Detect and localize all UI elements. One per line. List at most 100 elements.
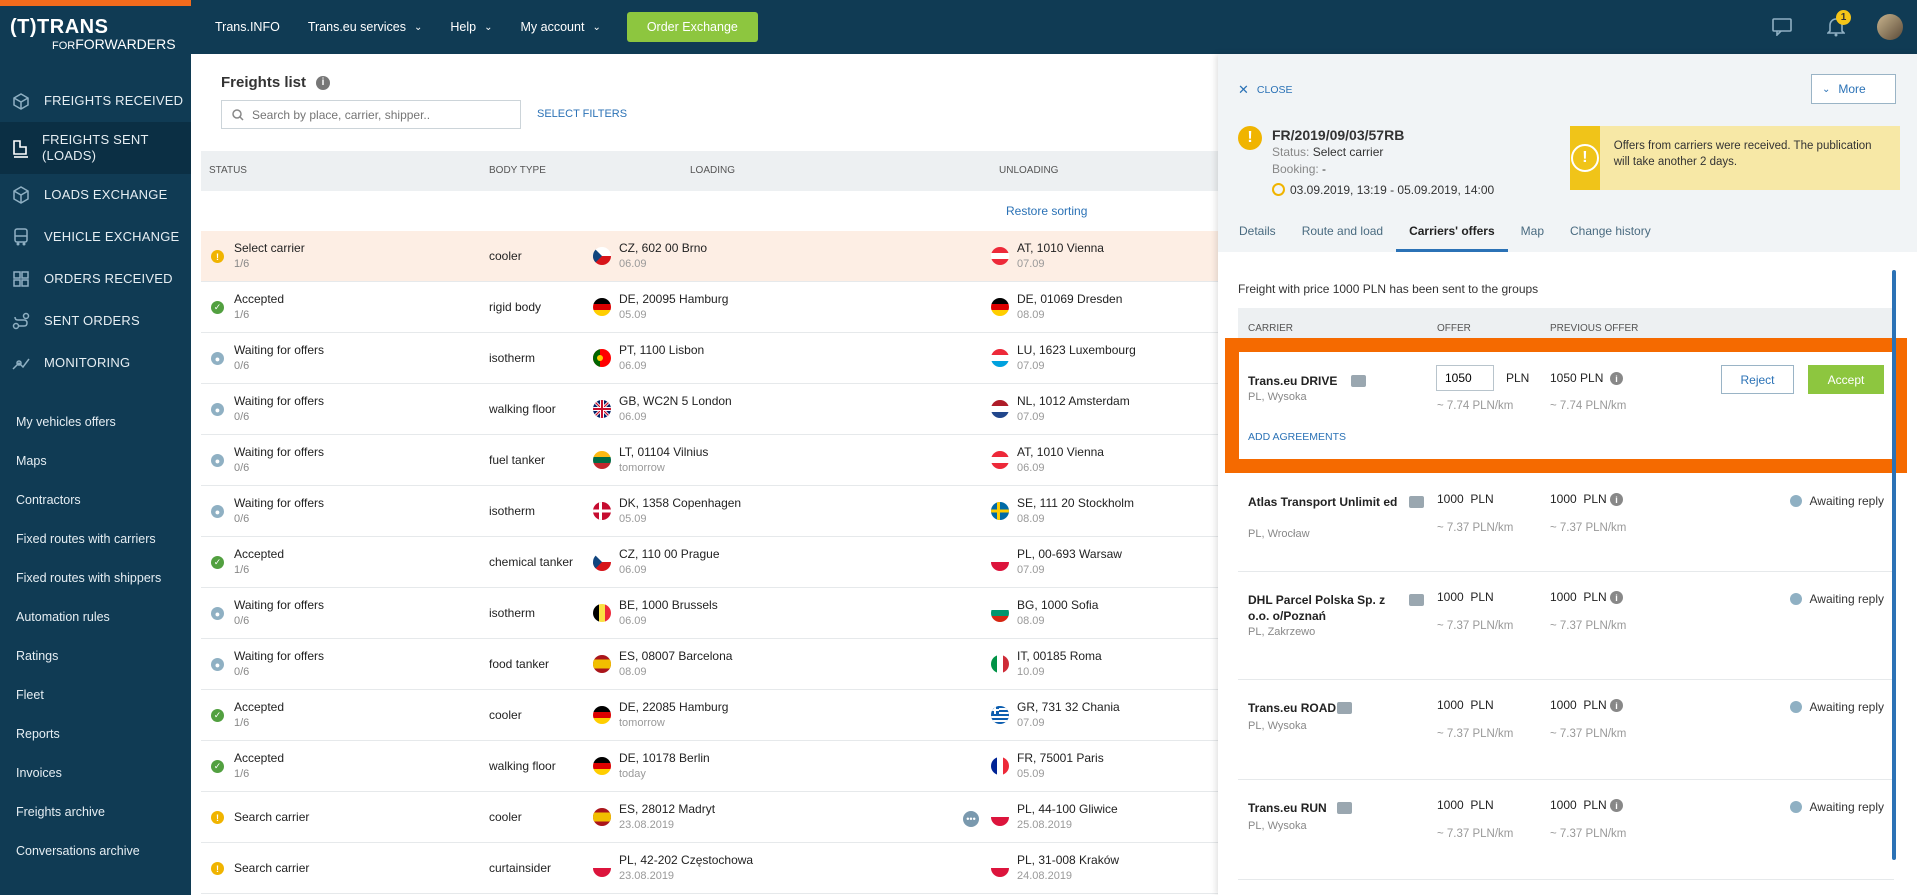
carrier-name[interactable]: Trans.eu RUN	[1248, 800, 1408, 816]
nav-help[interactable]: Help ⌄	[436, 20, 506, 34]
close-button[interactable]: ✕ CLOSE	[1238, 82, 1293, 98]
reject-button[interactable]: Reject	[1721, 365, 1794, 394]
table-row[interactable]: ✓ Accepted 1/6 walking floor DE, 10178 Berli…	[201, 741, 1218, 792]
clock-icon: ●	[211, 658, 224, 671]
tab-change-history[interactable]: Change history	[1557, 218, 1664, 252]
sidebar-item-loads-exchange[interactable]: LOADS EXCHANGE	[0, 174, 191, 216]
tab-route-and-load[interactable]: Route and load	[1289, 218, 1396, 252]
carrier-name[interactable]: Trans.eu ROAD	[1248, 700, 1408, 716]
row-loading-place: DE, 22085 Hamburg	[619, 700, 729, 714]
table-row[interactable]: ! Search carrier cooler ES, 28012 Madryt 23.…	[201, 792, 1218, 843]
freights-list-area: Freights listi SELECT FILTERS STATUS BOD…	[191, 54, 1218, 895]
flag-lt-icon	[593, 451, 611, 469]
table-row[interactable]: ! Search carrier curtainsider PL, 42-202 Cz…	[201, 843, 1218, 894]
info-icon[interactable]: i	[1610, 799, 1623, 812]
sidebar-link-fixed-routes-with-carriers[interactable]: Fixed routes with carriers	[0, 519, 191, 558]
nav-trans-services[interactable]: Trans.eu services ⌄	[294, 20, 437, 34]
offer-row: Atlas Transport Unlimit ed PL, Wrocław 100…	[1238, 474, 1894, 572]
message-icon[interactable]	[1337, 802, 1352, 814]
table-row[interactable]: ✓ Accepted 1/6 cooler DE, 22085 Hamburg tomor…	[201, 690, 1218, 741]
message-icon[interactable]	[1337, 702, 1352, 714]
info-icon[interactable]: i	[316, 75, 331, 90]
previous-per-km: ~ 7.37 PLN/km	[1550, 620, 1627, 632]
sidebar-item-sent-orders[interactable]: SENT ORDERS	[0, 300, 191, 342]
message-icon[interactable]	[1409, 496, 1424, 508]
search-input[interactable]	[252, 107, 502, 122]
logo[interactable]: (T)TRANS FORFORWARDERS	[0, 6, 191, 54]
tab-map[interactable]: Map	[1508, 218, 1557, 252]
offer-currency: PLN	[1506, 371, 1530, 385]
info-icon[interactable]: i	[1610, 493, 1623, 506]
sidebar-link-maps[interactable]: Maps	[0, 441, 191, 480]
carrier-name[interactable]: DHL Parcel Polska Sp. z o.o. o/Poznań	[1248, 592, 1408, 624]
sidebar-link-freights-archive[interactable]: Freights archive	[0, 792, 191, 831]
tab-carriers-offers[interactable]: Carriers' offers	[1396, 218, 1508, 252]
row-body-type: walking floor	[489, 402, 556, 416]
nav-my-account[interactable]: My account ⌄	[507, 20, 615, 34]
tab-details[interactable]: Details	[1226, 218, 1289, 252]
nav-trans-info[interactable]: Trans.INFO	[201, 20, 294, 34]
sidebar-link-my-vehicles-offers[interactable]: My vehicles offers	[0, 402, 191, 441]
flag-be-icon	[593, 604, 611, 622]
sidebar-link-fleet[interactable]: Fleet	[0, 675, 191, 714]
sidebar-link-contractors[interactable]: Contractors	[0, 480, 191, 519]
table-row[interactable]: ● Waiting for offers 0/6 isotherm BE, 1000 B…	[201, 588, 1218, 639]
sidebar-link-ratings[interactable]: Ratings	[0, 636, 191, 675]
flag-es-icon	[593, 655, 611, 673]
sidebar-item-freights-received[interactable]: FREIGHTS RECEIVED	[0, 80, 191, 122]
sidebar-link-conversations-archive[interactable]: Conversations archive	[0, 831, 191, 870]
more-dots-icon[interactable]: •••	[963, 811, 979, 827]
carrier-name[interactable]: Atlas Transport Unlimit ed	[1248, 494, 1408, 510]
sidebar-link-fixed-routes-with-shippers[interactable]: Fixed routes with shippers	[0, 558, 191, 597]
message-icon[interactable]	[1409, 594, 1424, 606]
sidebar-item-orders-received[interactable]: ORDERS RECEIVED	[0, 258, 191, 300]
row-body-type: food tanker	[489, 657, 550, 671]
message-icon[interactable]	[1351, 375, 1366, 387]
table-row[interactable]: ✓ Accepted 1/6 chemical tanker CZ, 110 00 Pr…	[201, 537, 1218, 588]
header-status[interactable]: STATUS	[209, 165, 247, 176]
sidebar-link-invoices[interactable]: Invoices	[0, 753, 191, 792]
table-row[interactable]: ● Waiting for offers 0/6 food tanker ES, 080…	[201, 639, 1218, 690]
row-body-type: chemical tanker	[489, 555, 574, 569]
info-icon[interactable]: i	[1610, 372, 1623, 385]
table-row[interactable]: ● Waiting for offers 0/6 walking floor GB, W…	[201, 384, 1218, 435]
row-loading-place: PL, 42-202 Częstochowa	[619, 853, 754, 867]
row-loading-date: 08.09	[619, 666, 647, 678]
row-body-type: cooler	[489, 249, 522, 263]
panel-scrollbar[interactable]	[1892, 270, 1896, 860]
sidebar-link-automation-rules[interactable]: Automation rules	[0, 597, 191, 636]
search-box[interactable]	[221, 100, 521, 129]
select-filters-link[interactable]: SELECT FILTERS	[537, 108, 627, 120]
row-unloading-place: IT, 00185 Roma	[1017, 649, 1102, 663]
user-avatar[interactable]	[1863, 0, 1917, 54]
table-row[interactable]: ● Waiting for offers 0/6 isotherm DK, 1358 C…	[201, 486, 1218, 537]
sidebar-link-reports[interactable]: Reports	[0, 714, 191, 753]
sidebar-item-vehicle-exchange[interactable]: VEHICLE EXCHANGE	[0, 216, 191, 258]
flag-pl-icon	[991, 808, 1009, 826]
info-icon[interactable]: i	[1610, 699, 1623, 712]
header-unloading[interactable]: UNLOADING	[999, 165, 1058, 176]
info-icon[interactable]: i	[1610, 591, 1623, 604]
carrier-name[interactable]: Trans.eu DRIVE	[1248, 373, 1408, 389]
order-exchange-button[interactable]: Order Exchange	[626, 12, 758, 42]
route-icon	[10, 310, 32, 332]
table-row[interactable]: ! Select carrier 1/6 cooler CZ, 602 00 Brno 0…	[201, 231, 1218, 282]
table-row[interactable]: ● Waiting for offers 0/6 fuel tanker LT, 011…	[201, 435, 1218, 486]
notifications-icon[interactable]: 1	[1809, 0, 1863, 54]
add-agreements-link[interactable]: ADD AGREEMENTS	[1248, 431, 1346, 443]
chevron-down-icon: ⌄	[592, 21, 601, 33]
messages-icon[interactable]	[1755, 0, 1809, 54]
header-loading[interactable]: LOADING	[690, 165, 735, 176]
restore-sorting-link[interactable]: Restore sorting	[1006, 204, 1087, 218]
header-body-type[interactable]: BODY TYPE	[489, 165, 546, 176]
warning-icon: !	[211, 862, 224, 875]
table-row[interactable]: ● Waiting for offers 0/6 isotherm PT, 1100 L…	[201, 333, 1218, 384]
more-button[interactable]: ⌄ More	[1811, 74, 1896, 104]
accept-button[interactable]: Accept	[1808, 365, 1884, 394]
sidebar-item-freights-sent-loads[interactable]: FREIGHTS SENT (LOADS)	[0, 122, 191, 174]
row-unloading-place: GR, 731 32 Chania	[1017, 700, 1120, 714]
sidebar-item-monitoring[interactable]: MONITORING	[0, 342, 191, 384]
flag-gb-icon	[593, 400, 611, 418]
table-row[interactable]: ✓ Accepted 1/6 rigid body DE, 20095 Hamburg 0…	[201, 282, 1218, 333]
offer-input[interactable]	[1436, 365, 1494, 391]
